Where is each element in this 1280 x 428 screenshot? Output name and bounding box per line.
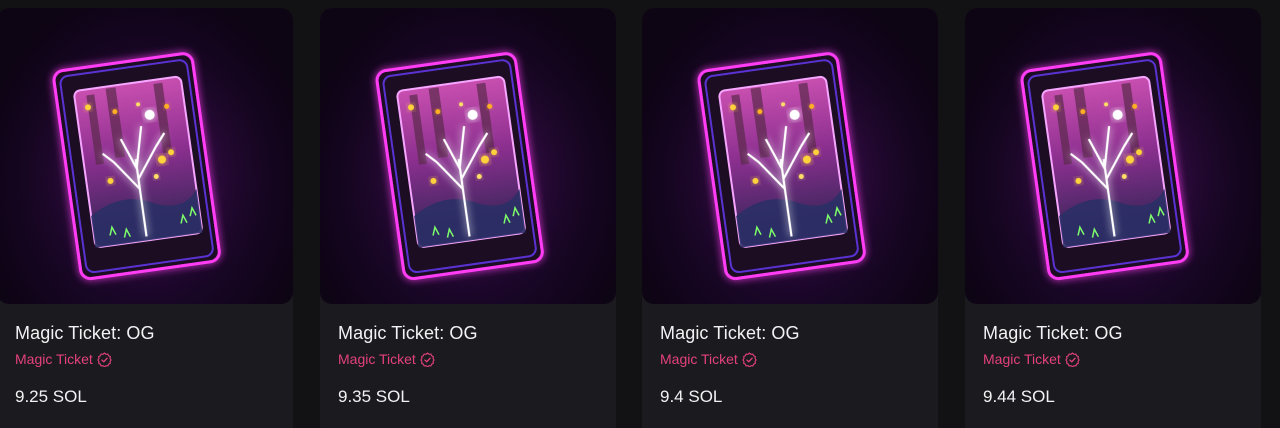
nft-card[interactable]: Magic Ticket: OG Magic Ticket 9.44 SOL: [965, 8, 1261, 428]
nft-card[interactable]: Magic Ticket: OG Magic Ticket 9.4 SOL: [642, 8, 938, 428]
magic-ticket-nft-image: [642, 8, 938, 304]
nft-title[interactable]: Magic Ticket: OG: [15, 322, 293, 344]
magic-ticket-nft-image: [0, 8, 293, 304]
card-info: Magic Ticket: OG Magic Ticket 9.25 SOL: [0, 304, 293, 407]
listing-grid: Magic Ticket: OG Magic Ticket 9.25 SOL M…: [0, 0, 1280, 428]
nft-title[interactable]: Magic Ticket: OG: [660, 322, 938, 344]
nft-price: 9.44 SOL: [983, 387, 1055, 406]
collection-name: Magic Ticket: [338, 351, 416, 367]
verified-badge-icon: [97, 352, 112, 367]
nft-card[interactable]: Magic Ticket: OG Magic Ticket 9.25 SOL: [0, 8, 293, 428]
nft-price: 9.35 SOL: [338, 387, 410, 406]
collection-link[interactable]: Magic Ticket: [15, 351, 293, 368]
nft-title[interactable]: Magic Ticket: OG: [983, 322, 1261, 344]
collection-name: Magic Ticket: [15, 351, 93, 367]
nft-price: 9.25 SOL: [15, 387, 87, 406]
nft-image[interactable]: [965, 8, 1261, 304]
nft-image[interactable]: [642, 8, 938, 304]
collection-link[interactable]: Magic Ticket: [338, 351, 616, 368]
nft-card[interactable]: Magic Ticket: OG Magic Ticket 9.35 SOL: [320, 8, 616, 428]
verified-badge-icon: [742, 352, 757, 367]
collection-link[interactable]: Magic Ticket: [660, 351, 938, 368]
card-info: Magic Ticket: OG Magic Ticket 9.35 SOL: [320, 304, 616, 407]
verified-badge-icon: [420, 352, 435, 367]
nft-image[interactable]: [0, 8, 293, 304]
collection-name: Magic Ticket: [983, 351, 1061, 367]
magic-ticket-nft-image: [965, 8, 1261, 304]
nft-image[interactable]: [320, 8, 616, 304]
verified-badge-icon: [1065, 352, 1080, 367]
collection-name: Magic Ticket: [660, 351, 738, 367]
nft-title[interactable]: Magic Ticket: OG: [338, 322, 616, 344]
card-info: Magic Ticket: OG Magic Ticket 9.4 SOL: [642, 304, 938, 407]
magic-ticket-nft-image: [320, 8, 616, 304]
collection-link[interactable]: Magic Ticket: [983, 351, 1261, 368]
nft-price: 9.4 SOL: [660, 387, 723, 406]
card-info: Magic Ticket: OG Magic Ticket 9.44 SOL: [965, 304, 1261, 407]
